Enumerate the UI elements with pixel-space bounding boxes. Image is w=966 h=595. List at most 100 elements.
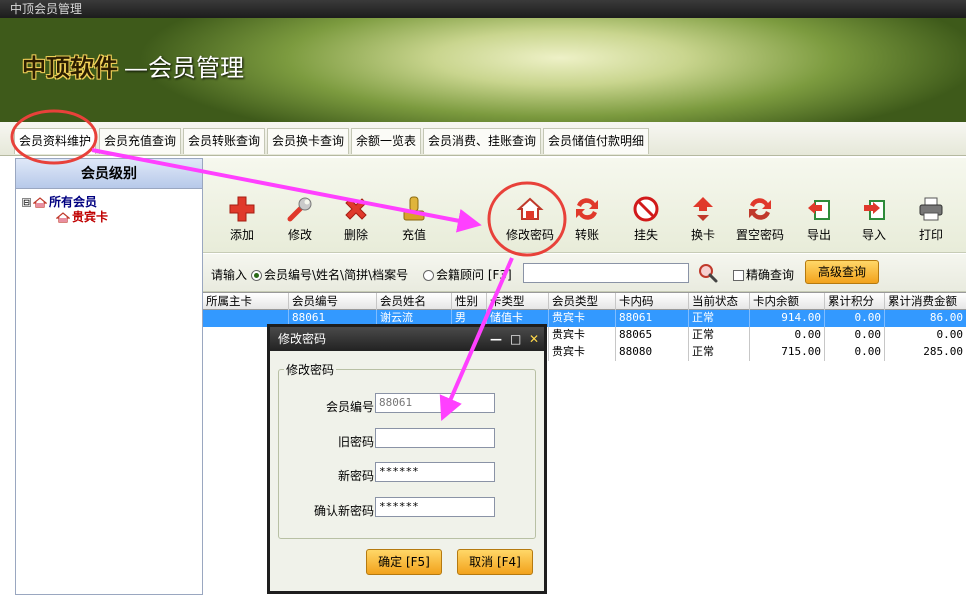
dialog-title: 修改密码 [278,332,327,346]
col-gender[interactable]: 性别 [452,293,487,310]
reset-password-button[interactable]: 置空密码 [733,194,787,243]
module-title: —会员管理 [124,54,244,82]
tab-consumption-query[interactable]: 会员消费、挂账查询 [423,128,542,154]
collapse-icon[interactable]: ⊟ [22,198,31,207]
search-by-member-label: 会员编号\姓名\简拼\档案号 [264,268,409,282]
cell-total-spent: 285.00 [923,345,963,358]
checkbox-icon[interactable] [733,270,744,281]
cell-balance: 0.00 [750,327,825,344]
plus-icon [227,194,257,224]
search-icon[interactable] [697,262,719,287]
brand-name: 中顶软件 [22,53,118,82]
minimize-icon[interactable]: — [490,327,502,351]
confirm-password-field[interactable]: ****** [375,497,495,517]
transfer-label: 转账 [574,228,599,242]
tree-node-vip-card[interactable]: 贵宾卡 [56,208,108,225]
col-member-type[interactable]: 会员类型 [549,293,616,310]
old-password-field[interactable] [375,428,495,448]
search-bar: 请输入 会员编号\姓名\简拼\档案号 会籍顾问 [F3] 精确查询 高级查询 [203,254,966,292]
import-label: 导入 [861,228,886,242]
radio-selected-icon[interactable] [251,270,262,281]
col-card-code[interactable]: 卡内码 [616,293,689,310]
col-total-spent[interactable]: 累计消费金额 [885,293,966,310]
tab-recharge-query[interactable]: 会员充值查询 [99,128,182,154]
col-balance[interactable]: 卡内余额 [750,293,825,310]
app-logo: 中顶软件 —会员管理 [22,48,244,83]
change-password-button[interactable]: 修改密码 [503,194,557,243]
search-prompt: 请输入 [211,268,248,282]
old-password-label: 旧密码 [337,435,374,449]
col-status[interactable]: 当前状态 [689,293,750,310]
cell-member-type: 贵宾卡 [549,310,616,327]
cell-member-type: 贵宾卡 [549,327,616,344]
advanced-query-button[interactable]: 高级查询 [805,260,879,284]
deposit-icon [399,194,429,224]
cell-card-code: 88065 [616,327,689,344]
radio-unselected-icon[interactable] [423,270,434,281]
new-password-field[interactable]: ****** [375,462,495,482]
member-group-icon [56,212,70,223]
col-member-id[interactable]: 会员编号 [289,293,377,310]
printer-icon [916,194,946,224]
password-group-title: 修改密码 [284,361,337,378]
col-main-card[interactable]: 所属主卡 [203,293,289,310]
close-icon[interactable]: ✕ [529,327,539,351]
tab-balance-overview[interactable]: 余额一览表 [351,128,422,154]
maximize-icon[interactable]: □ [510,327,521,351]
cell-total-spent: 0.00 [936,328,964,341]
exact-query-option[interactable]: 精确查询 [733,266,794,283]
tree-label-vip-card: 贵宾卡 [72,210,109,224]
reset-password-icon [745,194,775,224]
cell-status: 正常 [689,327,750,344]
tab-transfer-query[interactable]: 会员转账查询 [183,128,266,154]
export-icon [804,194,834,224]
print-label: 打印 [918,228,943,242]
import-button[interactable]: 导入 [847,194,901,243]
add-label: 添加 [229,228,254,242]
delete-button[interactable]: 删除 [329,194,383,243]
search-by-advisor-option[interactable]: 会籍顾问 [F3] [423,266,512,283]
reset-password-label: 置空密码 [735,228,784,242]
change-card-button[interactable]: 换卡 [676,194,730,243]
col-points[interactable]: 累计积分 [825,293,885,310]
cell-points: 0.00 [825,327,885,344]
report-loss-button[interactable]: 挂失 [619,194,673,243]
delete-label: 删除 [343,228,368,242]
transfer-button[interactable]: 转账 [560,194,614,243]
tab-card-change-query[interactable]: 会员换卡查询 [267,128,350,154]
col-member-name[interactable]: 会员姓名 [377,293,452,310]
tab-stored-value-detail[interactable]: 会员储值付款明细 [543,128,650,154]
cancel-button[interactable]: 取消 [F4] [457,549,533,575]
search-input[interactable] [523,263,689,283]
transfer-icon [572,194,602,224]
cell-points: 0.00 [825,310,885,327]
main-toolbar: 添加 修改 删除 充值 修改密码 转账 挂失 换卡 置空密码 导出 导入 打印 [203,158,966,253]
search-by-member-option[interactable]: 会员编号\姓名\简拼\档案号 [251,266,408,283]
add-button[interactable]: 添加 [215,194,269,243]
no-entry-icon [631,194,661,224]
edit-button[interactable]: 修改 [273,194,327,243]
export-button[interactable]: 导出 [792,194,846,243]
report-loss-label: 挂失 [633,228,658,242]
cell-status: 正常 [689,344,750,361]
cell-member-type: 贵宾卡 [549,344,616,361]
swap-card-icon [688,194,718,224]
deposit-button[interactable]: 充值 [387,194,441,243]
cell-status: 正常 [689,310,750,327]
col-card-type[interactable]: 卡类型 [487,293,549,310]
dialog-titlebar[interactable]: 修改密码 — □ ✕ [270,327,544,351]
window-title: 中顶会员管理 [0,0,966,18]
member-id-field[interactable]: 88061 [375,393,495,413]
member-group-icon [33,197,47,208]
cell-total-spent: 86.00 [929,311,963,324]
confirm-password-label: 确认新密码 [313,504,374,518]
wrench-icon [285,194,315,224]
print-button[interactable]: 打印 [904,194,958,243]
cell-balance: 914.00 [750,310,825,327]
app-banner: 中顶软件 —会员管理 [0,18,966,122]
tab-member-profile[interactable]: 会员资料维护 [14,128,97,154]
tree-label-all-members: 所有会员 [49,195,98,209]
search-by-advisor-label: 会籍顾问 [F3] [436,268,512,282]
ok-button[interactable]: 确定 [F5] [366,549,442,575]
edit-label: 修改 [287,228,312,242]
